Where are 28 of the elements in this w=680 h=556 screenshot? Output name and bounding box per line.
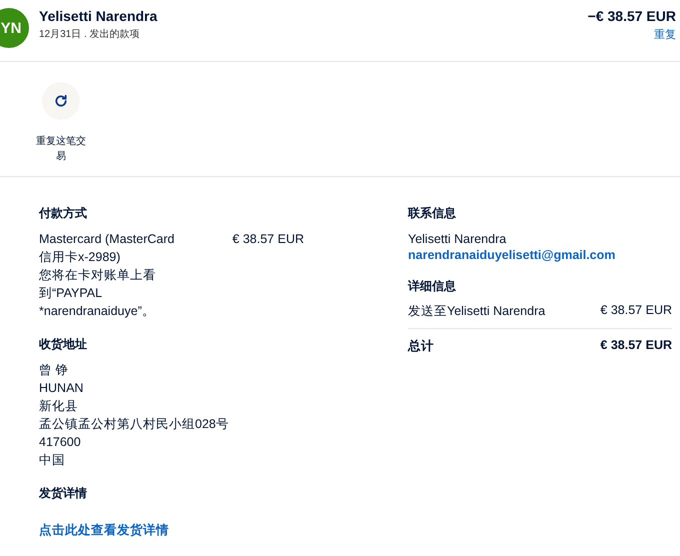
transaction-amount: −€ 38.57 EUR: [588, 8, 676, 24]
section-title: 收货地址: [39, 336, 88, 353]
shipping-details-link[interactable]: 点击此处查看发货详情: [39, 523, 169, 537]
avatar: YN: [0, 8, 29, 48]
total-amount: € 38.57 EUR: [600, 338, 672, 354]
detail-amount: € 38.57 EUR: [600, 303, 672, 319]
payee-name: Yelisetti Narendra: [39, 8, 158, 24]
section-title: 付款方式: [39, 205, 88, 222]
address-line: 曾 铮: [39, 362, 70, 379]
section-title: 发货详情: [39, 485, 88, 502]
repeat-link[interactable]: 重复: [654, 27, 676, 42]
contact-name: Yelisetti Narendra: [408, 231, 508, 248]
address-line: HUNAN: [39, 380, 84, 397]
repeat-transaction-button[interactable]: 重复这笔交易: [36, 82, 86, 176]
section-title: 详细信息: [408, 278, 457, 295]
refresh-icon: [54, 94, 68, 108]
transaction-subtitle: 12月31日 . 发出的款项: [39, 28, 141, 41]
address-line: 417600: [39, 434, 82, 451]
card-method: Mastercard (MasterCard信用卡x-2989): [39, 231, 176, 266]
address-line: 孟公镇孟公村第八村民小组028号: [39, 416, 230, 433]
section-title: 联系信息: [408, 205, 457, 222]
statement-note: 您将在卡对账单上看到“PAYPAL *narendranaiduye”。: [39, 267, 157, 320]
detail-label: 发送至Yelisetti Narendra: [408, 303, 546, 320]
email-link[interactable]: narendranaiduyelisetti@gmail.com: [408, 248, 616, 262]
address-line: 中国: [39, 452, 66, 469]
total-label: 总计: [408, 338, 434, 355]
address-line: 新化县: [39, 398, 79, 415]
payment-amount: € 38.57 EUR: [232, 231, 304, 248]
